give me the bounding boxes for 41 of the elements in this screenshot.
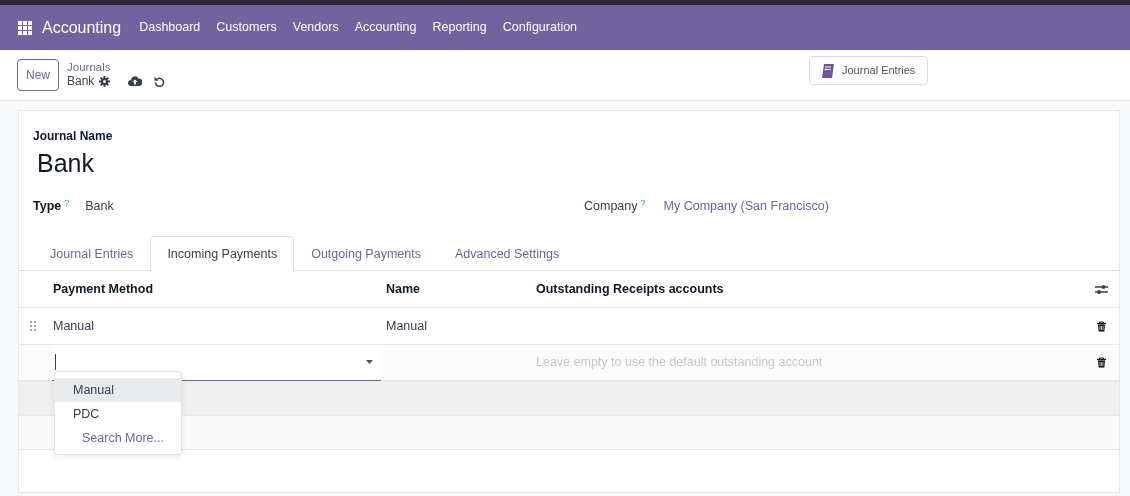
column-header[interactable]: Payment Method [46,279,386,299]
new-button[interactable]: New [17,59,59,91]
journal-entries-button[interactable]: Journal Entries [809,56,928,85]
menu-item[interactable]: Dashboard [131,18,209,37]
breadcrumb-link[interactable]: Journals [67,61,166,75]
tab[interactable]: Advanced Settings [437,236,577,271]
cloud-upload-icon[interactable] [128,76,143,87]
column-header[interactable]: Name [386,279,536,299]
column-header[interactable]: Outstanding Receipts accounts [536,279,1084,299]
journal-name: Bank [37,148,95,179]
menu-item[interactable]: Reporting [424,18,495,37]
help-icon[interactable]: ? [640,197,646,208]
menu-item[interactable]: Customers [208,18,285,37]
company-link[interactable]: My Company (San Francisco) [663,196,829,216]
table-cell-text: Manual [386,317,428,335]
settings-sliders-icon[interactable] [1095,283,1108,295]
undo-icon[interactable] [154,75,166,87]
tab[interactable]: Journal Entries [33,236,151,271]
help-icon[interactable]: ? [64,197,70,208]
apps-menu-icon[interactable] [18,20,32,35]
trash-icon[interactable] [1096,357,1107,369]
dropdown-option[interactable]: Manual [55,378,181,403]
book-icon [820,62,836,79]
drag-handle-icon[interactable] [29,321,36,332]
trash-icon[interactable] [1096,320,1107,332]
table-cell-text: Manual [52,317,95,335]
tab[interactable]: Outgoing Payments [294,236,438,271]
record-name: Bank [67,74,95,89]
menu-item[interactable]: Vendors [284,18,347,37]
search-more-link[interactable]: Search More... [55,426,181,451]
dropdown-option[interactable]: PDC [55,402,181,427]
menu-item[interactable]: Accounting [346,18,425,37]
caret-icon [366,360,373,365]
menu-item[interactable]: Configuration [494,18,586,37]
app-name[interactable]: Accounting [42,15,122,40]
field-label: Type [33,198,62,213]
field-label: Journal Name [33,128,114,145]
field-label: Company [584,198,638,213]
tab[interactable]: Incoming Payments [150,236,295,273]
field-value: Bank [85,197,114,215]
gear-icon[interactable] [99,75,111,87]
